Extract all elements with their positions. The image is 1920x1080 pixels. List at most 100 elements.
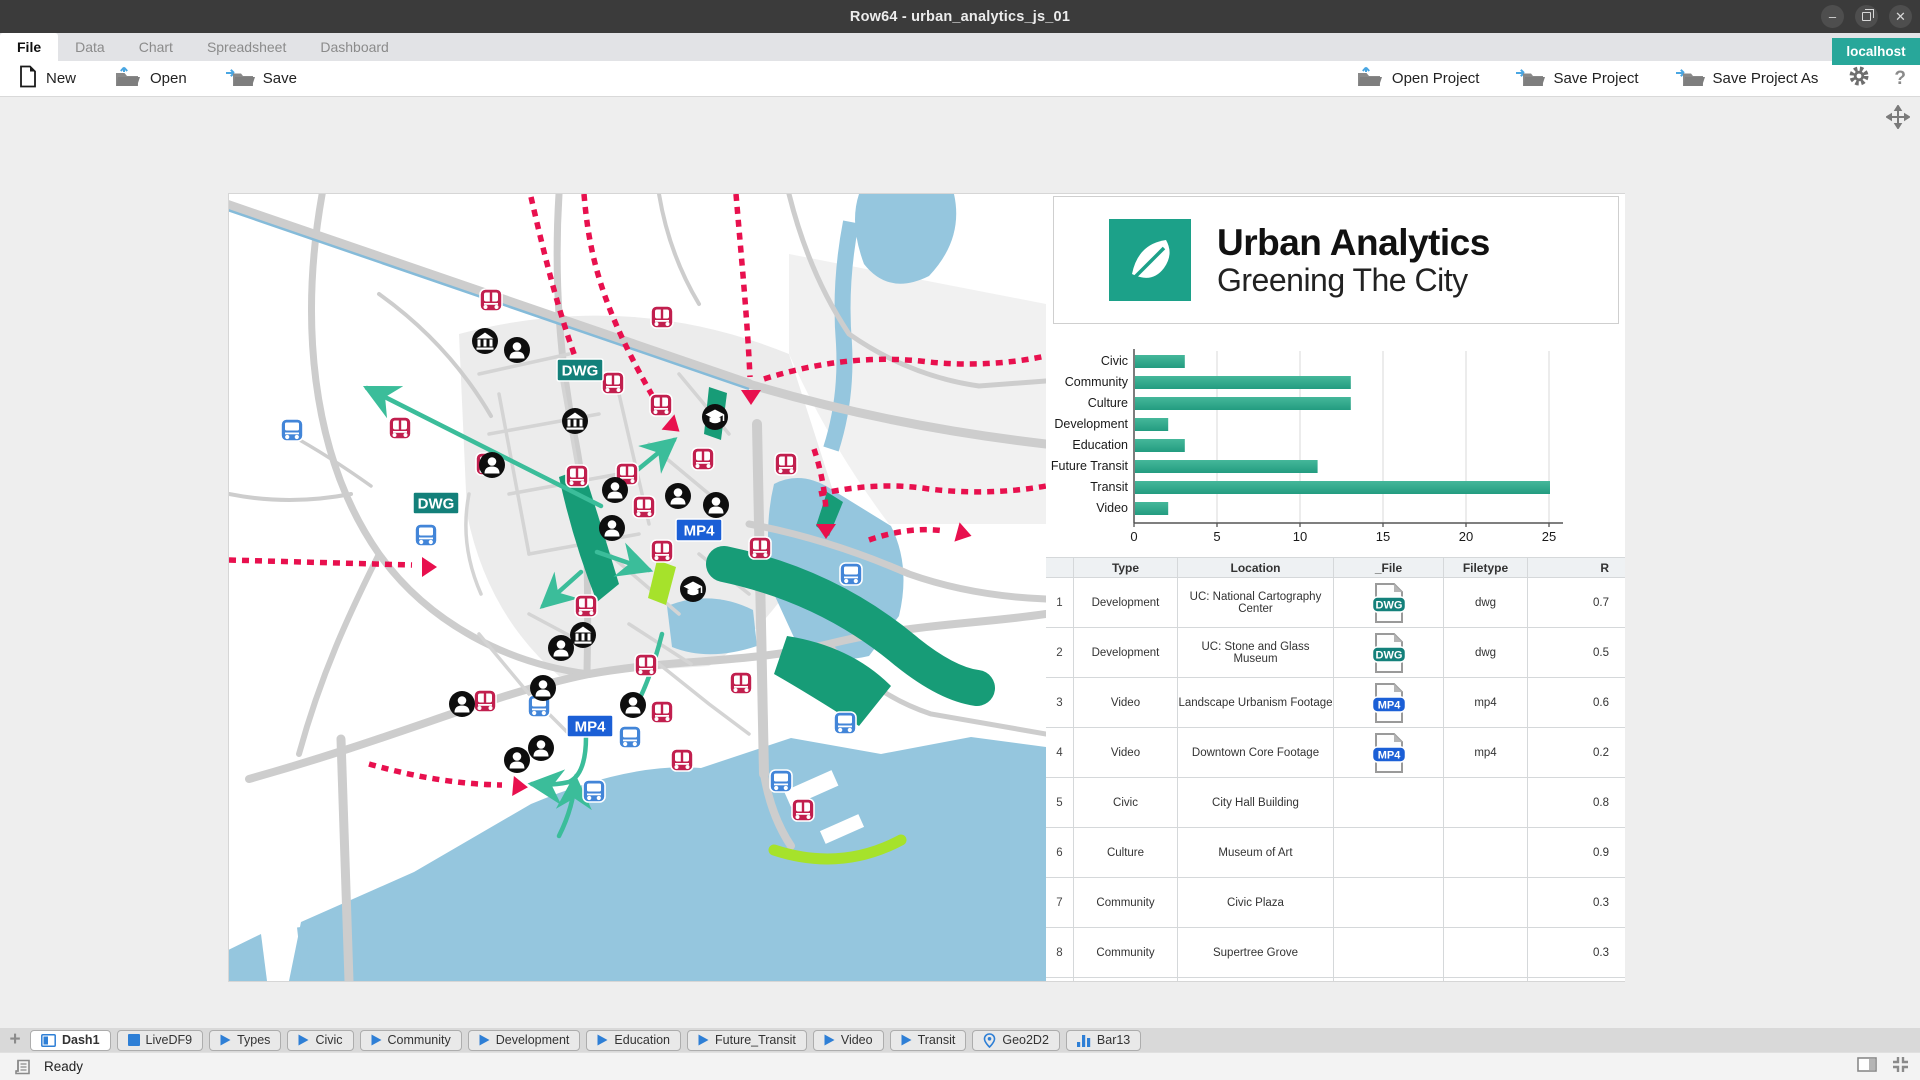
bar-community[interactable] xyxy=(1135,376,1351,389)
map-marker-transit-icon[interactable] xyxy=(479,288,503,312)
map-marker-transit-icon[interactable] xyxy=(565,464,589,488)
sheet-tab-civic[interactable]: Civic xyxy=(287,1029,354,1051)
map-marker-bus-icon[interactable] xyxy=(414,523,438,547)
table-cell[interactable] xyxy=(1074,978,1178,981)
table-row[interactable]: 3 Video Landscape Urbanism Footage MP4 mp4 0.… xyxy=(1046,678,1625,728)
sheet-tab-community[interactable]: Community xyxy=(359,1029,462,1051)
file-cell[interactable] xyxy=(1334,928,1444,978)
save-project-button[interactable]: Save Project xyxy=(1505,65,1648,93)
table-cell[interactable]: 0.9 xyxy=(1528,828,1625,878)
table-cell[interactable]: 7 xyxy=(1046,878,1074,928)
map-marker-bus-icon[interactable] xyxy=(839,562,863,586)
map-marker-transit-icon[interactable] xyxy=(632,495,656,519)
table-cell[interactable]: dwg xyxy=(1444,628,1528,678)
minimize-button[interactable]: – xyxy=(1821,5,1844,28)
file-type-icon[interactable]: DWG xyxy=(1334,628,1444,678)
table-cell[interactable] xyxy=(1444,928,1528,978)
bar-transit[interactable] xyxy=(1135,481,1550,494)
file-cell[interactable] xyxy=(1334,978,1444,981)
map-marker-transit-icon[interactable] xyxy=(601,371,625,395)
map-marker-person-icon[interactable] xyxy=(620,692,646,718)
table-cell[interactable]: 0.3 xyxy=(1528,878,1625,928)
table-cell[interactable]: Culture xyxy=(1074,828,1178,878)
table-cell[interactable]: Civic xyxy=(1074,778,1178,828)
table-cell[interactable]: Video xyxy=(1074,678,1178,728)
file-type-icon[interactable]: MP4 xyxy=(1334,728,1444,778)
open-button[interactable]: Open xyxy=(104,65,197,93)
map-marker-bus-icon[interactable] xyxy=(833,711,857,735)
map-marker-transit-icon[interactable] xyxy=(634,653,658,677)
panel-layout-icon[interactable] xyxy=(1857,1056,1877,1077)
map-marker-transit-icon[interactable] xyxy=(649,393,673,417)
table-cell[interactable] xyxy=(1046,978,1074,981)
bar-development[interactable] xyxy=(1135,418,1169,431)
table-cell[interactable]: 0.5 xyxy=(1528,628,1625,678)
sheet-tab-future_transit[interactable]: Future_Transit xyxy=(687,1029,807,1051)
sheet-tab-transit[interactable]: Transit xyxy=(889,1029,967,1051)
map-marker-person-icon[interactable] xyxy=(602,477,628,503)
map-marker-grad-icon[interactable] xyxy=(701,403,729,431)
bar-education[interactable] xyxy=(1135,439,1185,452)
map-marker-person-icon[interactable] xyxy=(665,483,691,509)
city-map[interactable]: DWG DWG MP4 MP4 xyxy=(229,194,1046,981)
table-row[interactable]: 4 Video Downtown Core Footage MP4 mp4 0.2 xyxy=(1046,728,1625,778)
close-button[interactable]: ✕ xyxy=(1889,5,1912,28)
table-row[interactable]: 1 Development UC: National Cartography Cen… xyxy=(1046,578,1625,628)
table-cell[interactable] xyxy=(1444,828,1528,878)
sheet-tab-bar13[interactable]: Bar13 xyxy=(1065,1029,1142,1051)
settings-gear-icon[interactable] xyxy=(1844,65,1874,93)
sheet-tab-dash1[interactable]: Dash1 xyxy=(30,1029,111,1051)
column-header-index[interactable] xyxy=(1046,557,1074,578)
map-marker-transit-icon[interactable] xyxy=(791,798,815,822)
maximize-button[interactable] xyxy=(1855,5,1878,28)
table-cell[interactable] xyxy=(1444,878,1528,928)
table-cell[interactable]: 5 xyxy=(1046,778,1074,828)
table-cell[interactable]: dwg xyxy=(1444,578,1528,628)
table-row[interactable]: 5 Civic City Hall Building 0.8 xyxy=(1046,778,1625,828)
new-button[interactable]: New xyxy=(8,65,86,92)
map-marker-transit-icon[interactable] xyxy=(473,689,497,713)
fit-view-icon[interactable] xyxy=(1891,1055,1910,1079)
map-marker-person-icon[interactable] xyxy=(504,337,530,363)
map-marker-transit-icon[interactable] xyxy=(774,452,798,476)
sheet-tab-development[interactable]: Development xyxy=(467,1029,581,1051)
column-header-Filetype[interactable]: Filetype xyxy=(1444,557,1528,578)
map-marker-bus-icon[interactable] xyxy=(582,779,606,803)
map-marker-bus-icon[interactable] xyxy=(618,725,642,749)
column-header-Location[interactable]: Location xyxy=(1178,557,1334,578)
table-cell[interactable]: Community xyxy=(1074,928,1178,978)
file-type-icon[interactable]: DWG xyxy=(1334,578,1444,628)
map-marker-person-icon[interactable] xyxy=(504,747,530,773)
sheet-tab-types[interactable]: Types xyxy=(209,1029,282,1051)
table-row[interactable]: 7 Community Civic Plaza 0.3 xyxy=(1046,878,1625,928)
save-button[interactable]: Save xyxy=(215,65,307,93)
menu-tab-file[interactable]: File xyxy=(0,33,59,61)
map-marker-transit-icon[interactable] xyxy=(729,671,753,695)
table-cell[interactable]: 4 xyxy=(1046,728,1074,778)
table-cell[interactable]: 0.7 xyxy=(1528,578,1625,628)
table-cell[interactable] xyxy=(1444,778,1528,828)
sheet-tab-education[interactable]: Education xyxy=(586,1029,682,1051)
map-marker-person-icon[interactable] xyxy=(599,515,625,541)
map-marker-person-icon[interactable] xyxy=(479,452,505,478)
open-project-button[interactable]: Open Project xyxy=(1346,65,1490,93)
add-sheet-button[interactable]: + xyxy=(6,1030,24,1049)
map-marker-person-icon[interactable] xyxy=(449,691,475,717)
table-cell[interactable]: Development xyxy=(1074,628,1178,678)
menu-tab-data[interactable]: Data xyxy=(58,33,122,61)
menu-tab-dashboard[interactable]: Dashboard xyxy=(303,33,406,61)
map-marker-transit-icon[interactable] xyxy=(691,447,715,471)
move-handle-icon[interactable] xyxy=(1885,104,1911,134)
table-cell[interactable]: 0.6 xyxy=(1528,678,1625,728)
table-row[interactable] xyxy=(1046,978,1625,981)
map-file-label-dwg[interactable]: DWG xyxy=(556,358,604,382)
map-marker-bank-icon[interactable] xyxy=(472,328,498,354)
map-marker-bank-icon[interactable] xyxy=(570,622,596,648)
sheet-tab-livedf9[interactable]: LiveDF9 xyxy=(116,1029,204,1051)
save-project-as-button[interactable]: Save Project As xyxy=(1665,65,1829,93)
help-icon[interactable]: ? xyxy=(1890,68,1910,90)
map-marker-transit-icon[interactable] xyxy=(650,539,674,563)
table-cell[interactable]: Development xyxy=(1074,578,1178,628)
map-marker-transit-icon[interactable] xyxy=(670,748,694,772)
table-cell[interactable]: 0.2 xyxy=(1528,728,1625,778)
